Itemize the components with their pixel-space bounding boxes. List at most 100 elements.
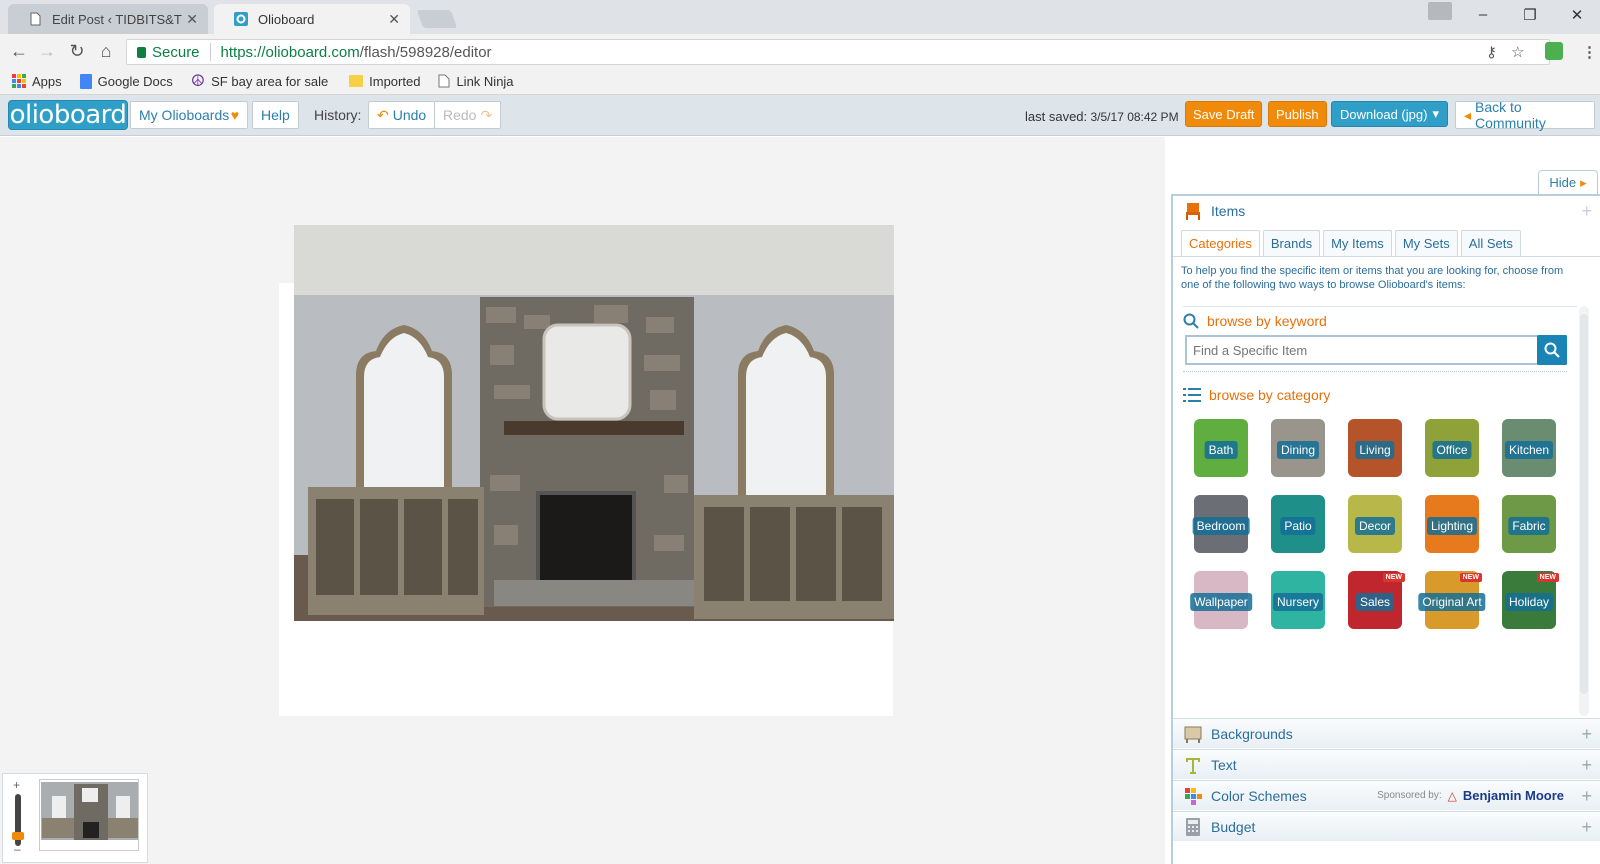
star-icon[interactable]: ☆	[1511, 43, 1524, 61]
expand-plus-icon[interactable]: +	[1581, 818, 1592, 836]
olioboard-logo[interactable]: olioboard	[8, 100, 128, 130]
redo-label: Redo	[443, 107, 477, 123]
help-text: To help you find the specific item or it…	[1181, 265, 1564, 291]
tab-all-sets[interactable]: All Sets	[1460, 230, 1521, 256]
category-living[interactable]: Living	[1337, 419, 1413, 477]
fireplace-room-image[interactable]	[294, 225, 894, 621]
chevron-down-icon: ▾	[1432, 106, 1439, 121]
color-schemes-section-header[interactable]: Color Schemes Sponsored by: △ Benjamin M…	[1173, 780, 1600, 810]
category-label: Patio	[1280, 517, 1316, 535]
secure-indicator[interactable]: Secure	[137, 44, 200, 61]
home-icon[interactable]: ⌂	[95, 41, 117, 62]
profile-icon[interactable]	[1428, 2, 1452, 20]
olioboard-favicon-icon	[234, 12, 248, 26]
reload-icon[interactable]: ↻	[66, 41, 88, 62]
sponsor: Sponsored by: △ Benjamin Moore	[1377, 788, 1564, 803]
minimize-icon[interactable]: –	[1473, 6, 1493, 23]
forward-arrow-icon[interactable]: →	[36, 41, 58, 62]
browse-keyword-label: browse by keyword	[1207, 313, 1327, 329]
address-bar[interactable]: Secure https://olioboard.com/flash/59892…	[126, 39, 1550, 65]
tab-label: Brands	[1270, 236, 1313, 251]
zoom-in-icon[interactable]: +	[13, 778, 20, 792]
items-section-header[interactable]: Items +	[1173, 196, 1600, 226]
thumbnail-navigator: + –	[2, 773, 148, 863]
tab-olioboard[interactable]: Olioboard ✕	[214, 4, 410, 34]
scrollbar-thumb[interactable]	[1580, 314, 1588, 694]
expand-plus-icon[interactable]: +	[1581, 725, 1592, 743]
category-dining[interactable]: Dining	[1260, 419, 1336, 477]
category-wallpaper[interactable]: Wallpaper	[1183, 571, 1259, 629]
category-office[interactable]: Office	[1414, 419, 1490, 477]
category-fabric[interactable]: Fabric	[1491, 495, 1567, 553]
tab-edit-post[interactable]: Edit Post ‹ TIDBITS&TWI ✕	[8, 4, 208, 34]
expand-plus-icon[interactable]: +	[1581, 756, 1592, 774]
save-draft-button[interactable]: Save Draft	[1185, 101, 1263, 127]
search-field[interactable]	[1185, 335, 1567, 365]
category-patio[interactable]: Patio	[1260, 495, 1336, 553]
bookmark-label: Imported	[369, 73, 421, 89]
undo-arrow-icon: ↶	[377, 106, 389, 123]
download-button[interactable]: Download (jpg) ▾	[1331, 101, 1448, 127]
tab-categories[interactable]: Categories	[1181, 230, 1260, 256]
items-subtabs: Categories Brands My Items My Sets All S…	[1181, 230, 1521, 256]
bookmark-apps[interactable]: Apps	[12, 74, 62, 89]
zoom-handle[interactable]	[12, 832, 24, 840]
menu-icon[interactable]: ⋮	[1582, 43, 1597, 61]
category-sales[interactable]: Sales NEW	[1337, 571, 1413, 629]
search-input[interactable]	[1187, 338, 1537, 362]
bookmark-sf-bay-area[interactable]: ☮ SF bay area for sale "c	[191, 71, 331, 91]
category-original-art[interactable]: Original Art NEW	[1414, 571, 1490, 629]
backgrounds-section-header[interactable]: Backgrounds +	[1173, 718, 1600, 748]
expand-plus-icon[interactable]: +	[1581, 202, 1592, 220]
category-bath[interactable]: Bath	[1183, 419, 1259, 477]
list-icon	[1183, 388, 1201, 402]
bookmark-imported[interactable]: Imported	[349, 74, 420, 89]
undo-button[interactable]: ↶ Undo	[368, 101, 436, 129]
expand-plus-icon[interactable]: +	[1581, 787, 1592, 805]
hide-label: Hide	[1549, 175, 1577, 190]
close-window-icon[interactable]: ✕	[1567, 6, 1587, 24]
category-decor[interactable]: Decor	[1337, 495, 1413, 553]
my-olioboards-button[interactable]: My Olioboards ♥	[130, 101, 248, 129]
board[interactable]	[279, 225, 894, 716]
help-button[interactable]: Help	[252, 101, 299, 129]
zoom-out-icon[interactable]: –	[14, 842, 21, 856]
category-lighting[interactable]: Lighting	[1414, 495, 1490, 553]
bookmark-label: SF bay area for sale "c	[211, 73, 332, 89]
text-section-header[interactable]: Text +	[1173, 749, 1600, 779]
tab-my-items[interactable]: My Items	[1323, 230, 1392, 256]
board-thumbnail[interactable]	[39, 779, 139, 851]
restore-icon[interactable]: ❐	[1520, 6, 1540, 24]
new-badge: NEW	[1382, 573, 1405, 582]
category-kitchen[interactable]: Kitchen	[1491, 419, 1567, 477]
new-tab-button[interactable]	[416, 10, 458, 28]
category-holiday[interactable]: Holiday NEW	[1491, 571, 1567, 629]
close-tab-icon[interactable]: ✕	[186, 11, 198, 28]
extension-icon[interactable]	[1545, 42, 1563, 60]
hide-panel-button[interactable]: Hide ▸	[1538, 170, 1598, 194]
tab-title: Olioboard	[258, 11, 315, 27]
category-bedroom[interactable]: Bedroom	[1183, 495, 1259, 553]
panel-scrollbar[interactable]	[1579, 306, 1589, 716]
publish-button[interactable]: Publish	[1268, 101, 1327, 127]
room-illustration	[294, 225, 894, 621]
board-canvas-area[interactable]	[0, 137, 1165, 864]
redo-button[interactable]: Redo ↷	[434, 101, 502, 129]
back-arrow-icon[interactable]: ←	[8, 41, 30, 62]
tab-my-sets[interactable]: My Sets	[1394, 230, 1458, 256]
search-button[interactable]	[1537, 335, 1567, 365]
tab-brands[interactable]: Brands	[1262, 230, 1321, 256]
budget-section-header[interactable]: Budget +	[1173, 811, 1600, 841]
category-nursery[interactable]: Nursery	[1260, 571, 1336, 629]
key-icon[interactable]: ⚷	[1486, 43, 1497, 61]
category-label: Sales	[1355, 593, 1395, 611]
bookmark-google-docs[interactable]: Google Docs	[79, 73, 173, 89]
category-label: Wallpaper	[1190, 593, 1252, 611]
bookmark-link-ninja[interactable]: Link Ninja	[438, 74, 514, 89]
back-to-community-button[interactable]: ◂ Back to Community	[1455, 99, 1595, 131]
text-icon	[1186, 757, 1200, 774]
tab-label: Categories	[1189, 236, 1252, 251]
zoom-slider[interactable]: + –	[11, 778, 25, 856]
close-tab-icon[interactable]: ✕	[388, 11, 400, 28]
sponsor-label: Sponsored by:	[1377, 790, 1442, 801]
